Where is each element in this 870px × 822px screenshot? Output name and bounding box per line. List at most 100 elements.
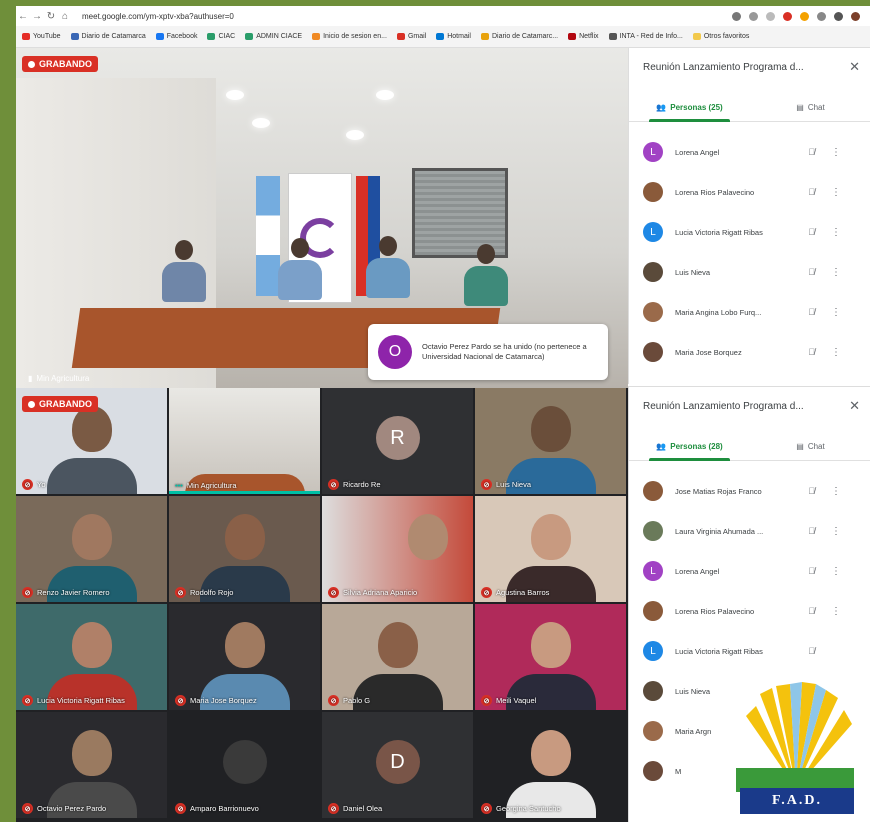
avatar [643,262,663,282]
speaker-name-tag: ▮ Min Agricultura [28,374,90,383]
avatar: L [643,641,663,661]
join-notification: O Octavio Perez Pardo se ha unido (no pe… [368,324,608,380]
sun-icon [736,682,854,792]
mic-off-icon[interactable]: 🎙̸ [808,566,815,576]
participant-name: ⊘ Octavio Perez Pardo [22,803,106,814]
logo-text: F.A.D. [740,788,854,814]
mic-off-icon[interactable]: 🎙̸ [808,526,815,536]
more-vert-icon[interactable]: ⋮ [831,606,841,617]
list-item[interactable]: L Lorena Angel 🎙̸ ⋮ [629,551,870,591]
zoom-icon[interactable] [749,11,758,21]
participant-name: ⊘ Lucia Victoria Rigatt Ribas [22,695,125,706]
ceiling-light [346,130,364,140]
more-vert-icon[interactable]: ⋮ [831,566,841,577]
more-vert-icon[interactable]: ⋮ [831,347,841,358]
reload-icon[interactable]: ↻ [44,11,58,22]
url-field[interactable]: meet.google.com/ym-xptv-xba?authuser=0 [82,12,732,21]
list-item[interactable]: Laura Virginia Ahumada ... 🎙̸ ⋮ [629,511,870,551]
participant-name: ⊘ Agustina Barros [481,587,549,598]
participant-face [377,622,418,668]
list-item[interactable]: Jose Matias Rojas Franco 🎙̸ ⋮ [629,471,870,511]
bookmark-facebook[interactable]: Facebook [155,33,197,40]
participant-tile[interactable]: ⊘ Amparo Barrionuevo [169,712,320,818]
participant-tile[interactable]: ⊘ Luis Nieva [475,388,626,494]
bookmark-gmail[interactable]: Gmail [396,33,426,40]
tab-chat[interactable]: ▤ Chat [750,433,870,460]
participant-tile[interactable]: ⊘ Agustina Barros [475,496,626,602]
list-item[interactable]: Luis Nieva 🎙̸ ⋮ [629,252,870,292]
camera-icon[interactable] [732,11,741,21]
participant-tile[interactable]: ⊘ Renzo Javier Romero [16,496,167,602]
record-dot-icon [28,400,35,408]
profile-avatar[interactable] [851,11,860,21]
record-extension-icon[interactable] [783,11,792,21]
extension-icon[interactable] [800,11,809,21]
more-vert-icon[interactable]: ⋮ [831,486,841,497]
more-vert-icon[interactable]: ⋮ [831,267,841,278]
participant-tile[interactable]: ••• Min Agricultura [169,388,320,494]
puzzle-icon[interactable] [834,11,843,21]
list-item[interactable]: Maria Jose Borquez 🎙̸ ⋮ [629,332,870,372]
extension-icon[interactable] [817,11,826,21]
more-vert-icon[interactable]: ⋮ [831,187,841,198]
list-item[interactable]: Lorena Rios Palavecino 🎙̸ ⋮ [629,172,870,212]
mic-off-icon[interactable]: 🎙̸ [808,307,815,317]
bookmark-inta[interactable]: INTA - Red de Info... [608,33,683,40]
bookmark-netflix[interactable]: Netflix [568,33,599,40]
star-icon[interactable] [766,11,775,21]
participant-avatar: D [375,740,420,784]
participant-tile[interactable]: D ⊘ Daniel Olea [322,712,473,818]
more-vert-icon[interactable]: ⋮ [831,526,841,537]
more-vert-icon[interactable]: ⋮ [831,227,841,238]
mic-off-icon[interactable]: 🎙̸ [808,267,815,277]
home-icon[interactable]: ⌂ [58,11,72,22]
bookmark-youtube[interactable]: YouTube [22,33,61,40]
list-item[interactable]: L Lorena Angel 🎙̸ ⋮ [629,132,870,172]
list-item[interactable]: Lorena Rios Palavecino 🎙̸ ⋮ [629,591,870,631]
close-icon[interactable]: ✕ [849,59,860,75]
participant-tile[interactable]: ⊘ Octavio Perez Pardo [16,712,167,818]
bookmark-other[interactable]: Otros favoritos [692,33,749,40]
bookmark-login[interactable]: Inicio de sesion en... [312,33,387,40]
tab-people[interactable]: 👥 Personas (28) [629,433,750,461]
participant-tile[interactable]: ⊘ Lucia Victoria Rigatt Ribas [16,604,167,710]
bookmark-diario[interactable]: Diario de Catamarca [70,33,146,40]
back-icon[interactable]: ← [16,11,30,22]
bookmark-admin[interactable]: ADMIN CIACE [245,33,302,40]
participant-name: ••• Min Agricultura [175,481,237,490]
bookmark-hotmail[interactable]: Hotmail [436,33,471,40]
list-item[interactable]: Maria Angina Lobo Furq... 🎙̸ ⋮ [629,292,870,332]
close-icon[interactable]: ✕ [849,398,860,414]
more-vert-icon[interactable]: ⋮ [831,147,841,158]
forward-icon[interactable]: → [30,11,44,22]
bookmark-ciac[interactable]: CIAC [207,33,235,40]
tab-chat[interactable]: ▤ Chat [750,94,870,121]
participant-tile[interactable]: ⊘ Maria Jose Borquez [169,604,320,710]
participant-tile[interactable]: ⊘ Rodolfo Rojo [169,496,320,602]
mic-off-icon: ⊘ [481,803,492,814]
participant-tile[interactable]: ⊘ Silvia Adriana Aparicio [322,496,473,602]
participant-tile[interactable]: ⊘ Georgina Santucho [475,712,626,818]
participant-tile[interactable]: ⊘ Meili Vaquel [475,604,626,710]
more-vert-icon[interactable]: ⋮ [831,307,841,318]
participant-avatar: R [375,416,420,460]
participant-figure [278,238,322,300]
mic-off-icon[interactable]: 🎙̸ [808,187,815,197]
mic-off-icon[interactable]: 🎙̸ [808,486,815,496]
mic-off-icon[interactable]: 🎙̸ [808,347,815,357]
tab-people[interactable]: 👥 Personas (25) [629,94,750,122]
participant-name: ⊘ Meili Vaquel [481,695,536,706]
bookmark-diario-2[interactable]: Diario de Catamarc... [480,33,558,40]
pin-icon[interactable]: ▮ [28,374,32,383]
list-item[interactable]: L Lucia Victoria Rigatt Ribas 🎙̸ ⋮ [629,212,870,252]
mic-off-icon[interactable]: 🎙̸ [808,606,815,616]
participant-tile[interactable]: R ⊘ Ricardo Re [322,388,473,494]
list-item[interactable]: L Lucia Victoria Rigatt Ribas 🎙̸ [629,631,870,671]
participant-figure [366,236,410,298]
chat-icon: ▤ [796,103,804,112]
participant-tile[interactable]: ⊘ Pablo G [322,604,473,710]
mic-off-icon[interactable]: 🎙̸ [808,227,815,237]
mic-off-icon[interactable]: 🎙̸ [808,147,815,157]
mic-off-icon[interactable]: 🎙̸ [808,646,815,656]
participant-face [71,622,112,668]
